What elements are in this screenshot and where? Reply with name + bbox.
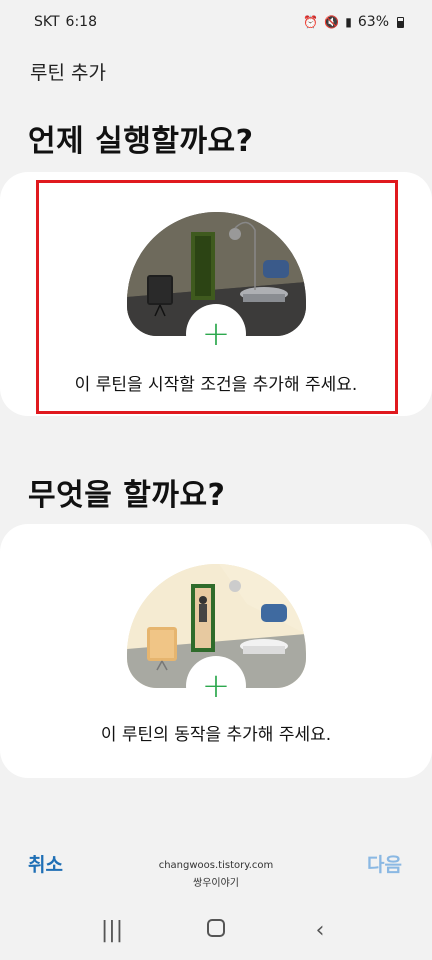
watermark-url: changwoos.tistory.com: [158, 860, 274, 871]
alarm-icon: ⏰: [303, 15, 319, 29]
what-heading: 무엇을 할까요?: [28, 478, 226, 513]
when-prompt: 이 루틴을 시작할 조건을 추가해 주세요.: [74, 375, 358, 395]
back-icon[interactable]: ‹: [300, 918, 340, 943]
what-card[interactable]: + 이 루틴의 동작을 추가해 주세요.: [0, 524, 432, 778]
battery-icon: [397, 16, 404, 28]
status-right: ⏰ 🔇 ▮ 63%: [303, 14, 404, 30]
add-action-button[interactable]: +: [186, 656, 246, 716]
when-heading: 언제 실행할까요?: [28, 124, 254, 159]
what-prompt: 이 루틴의 동작을 추가해 주세요.: [100, 725, 332, 745]
mute-icon: 🔇: [324, 15, 340, 29]
add-condition-button[interactable]: +: [186, 304, 246, 364]
status-left: SKT 6:18: [34, 14, 97, 30]
status-bar: SKT 6:18 ⏰ 🔇 ▮ 63%: [0, 0, 432, 44]
carrier-label: SKT: [34, 14, 60, 30]
navigation-bar: ||| ‹: [0, 908, 432, 952]
plus-icon: +: [201, 314, 231, 354]
signal-icon: ▮: [345, 15, 352, 29]
battery-percent: 63%: [357, 14, 389, 30]
home-icon[interactable]: [196, 918, 236, 943]
watermark-name: 쌍우이야기: [193, 878, 239, 889]
plus-icon: +: [201, 666, 231, 706]
when-card[interactable]: + 이 루틴을 시작할 조건을 추가해 주세요.: [0, 172, 432, 416]
recent-apps-icon[interactable]: |||: [92, 918, 132, 943]
screen-title: 루틴 추가: [30, 62, 106, 84]
clock-time: 6:18: [65, 14, 97, 30]
